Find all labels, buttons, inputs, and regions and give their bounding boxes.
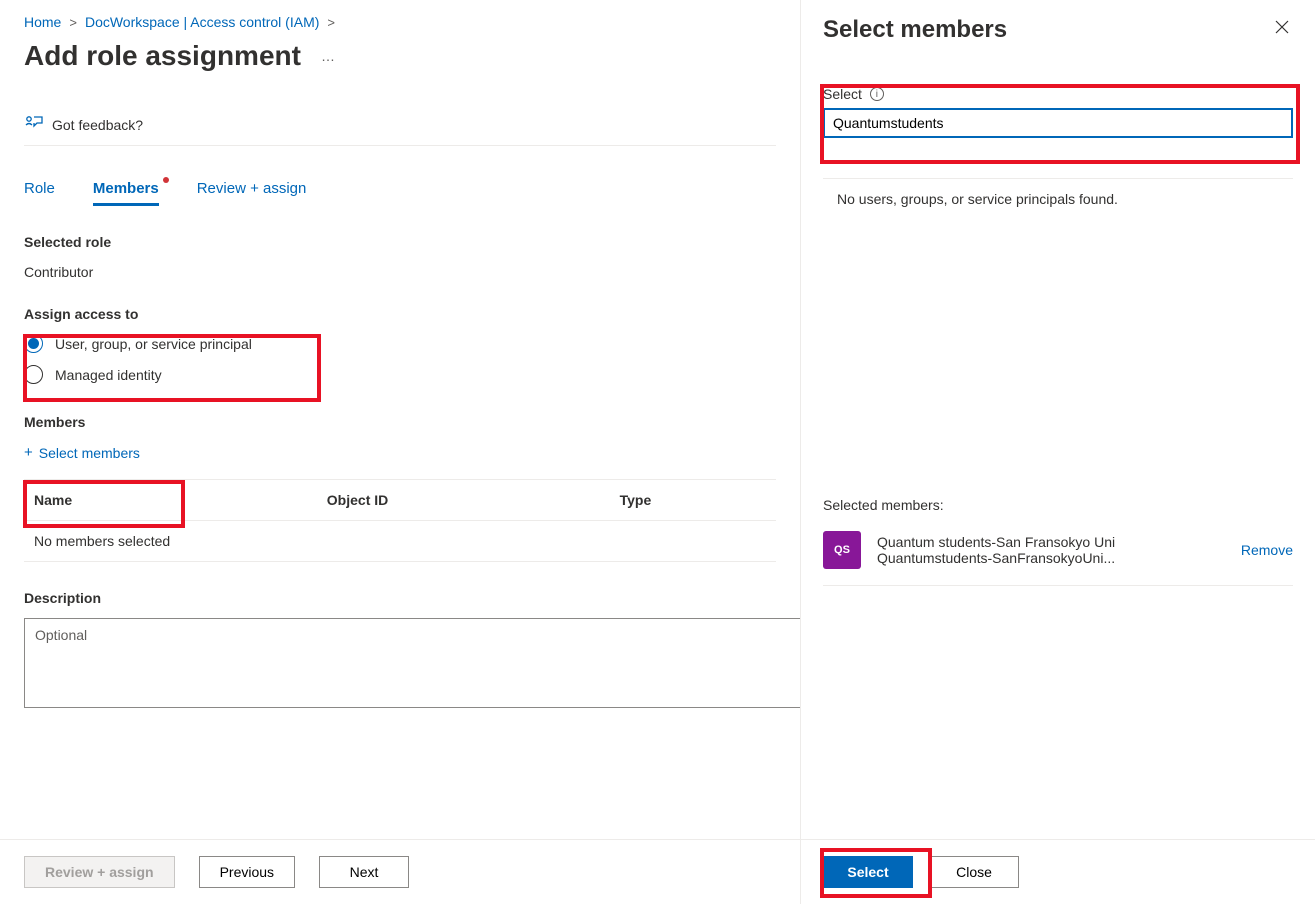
selected-members-label: Selected members: xyxy=(823,497,1293,513)
select-members-panel: Select members Select i No users, groups… xyxy=(800,0,1315,904)
description-input[interactable]: Optional xyxy=(24,618,809,708)
chevron-right-icon: > xyxy=(69,15,77,30)
more-menu-icon[interactable]: … xyxy=(321,48,336,64)
panel-title: Select members xyxy=(823,16,1007,44)
radio-label-managed-identity: Managed identity xyxy=(55,367,162,383)
member-display-name: Quantum students-San Fransokyo Uni xyxy=(877,534,1241,550)
member-principal-name: Quantumstudents-SanFransokyoUni... xyxy=(877,550,1147,566)
feedback-label: Got feedback? xyxy=(52,117,143,133)
remove-member-link[interactable]: Remove xyxy=(1241,542,1293,558)
radio-label-user-group: User, group, or service principal xyxy=(55,336,252,352)
members-col-objectid: Object ID xyxy=(327,492,620,508)
description-label: Description xyxy=(24,590,776,606)
panel-select-button[interactable]: Select xyxy=(823,856,913,888)
no-results-text: No users, groups, or service principals … xyxy=(823,178,1293,207)
review-assign-button: Review + assign xyxy=(24,856,175,888)
member-search-input[interactable] xyxy=(823,108,1293,138)
info-icon[interactable]: i xyxy=(870,87,884,101)
selected-member-row: QS Quantum students-San Fransokyo Uni Qu… xyxy=(823,531,1293,586)
assign-access-label: Assign access to xyxy=(24,306,776,322)
tab-review[interactable]: Review + assign xyxy=(197,180,307,206)
tabs: Role Members Review + assign xyxy=(24,180,776,206)
select-members-label: Select members xyxy=(39,445,140,461)
plus-icon: + xyxy=(24,444,33,461)
radio-unselected-icon xyxy=(24,365,43,384)
avatar: QS xyxy=(823,531,861,569)
previous-button[interactable]: Previous xyxy=(199,856,295,888)
radio-selected-icon xyxy=(24,334,43,353)
tab-role[interactable]: Role xyxy=(24,180,55,206)
page-title: Add role assignment xyxy=(24,40,301,72)
members-empty-text: No members selected xyxy=(24,521,776,562)
breadcrumb-workspace[interactable]: DocWorkspace | Access control (IAM) xyxy=(85,14,319,30)
next-button[interactable]: Next xyxy=(319,856,409,888)
breadcrumb-home[interactable]: Home xyxy=(24,14,61,30)
feedback-link[interactable]: Got feedback? xyxy=(24,114,776,146)
select-members-link[interactable]: + Select members xyxy=(24,444,776,461)
members-col-type: Type xyxy=(620,492,766,508)
chevron-right-icon: > xyxy=(327,15,335,30)
tab-members[interactable]: Members xyxy=(93,180,159,206)
radio-managed-identity[interactable]: Managed identity xyxy=(24,365,776,384)
notification-dot-icon xyxy=(163,177,169,183)
close-icon[interactable] xyxy=(1271,16,1293,43)
members-col-name: Name xyxy=(34,492,327,508)
breadcrumb: Home > DocWorkspace | Access control (IA… xyxy=(24,14,776,38)
tab-members-label: Members xyxy=(93,180,159,197)
members-label: Members xyxy=(24,414,776,430)
selected-role-value: Contributor xyxy=(24,264,776,280)
panel-footer: Select Close xyxy=(801,839,1315,904)
radio-user-group-principal[interactable]: User, group, or service principal xyxy=(24,334,776,353)
panel-select-label: Select xyxy=(823,86,862,102)
description-placeholder: Optional xyxy=(35,627,87,643)
main-footer: Review + assign Previous Next xyxy=(0,839,800,904)
members-table: Name Object ID Type No members selected xyxy=(24,479,776,562)
selected-role-label: Selected role xyxy=(24,234,776,250)
panel-close-button[interactable]: Close xyxy=(929,856,1019,888)
feedback-icon xyxy=(24,114,44,135)
